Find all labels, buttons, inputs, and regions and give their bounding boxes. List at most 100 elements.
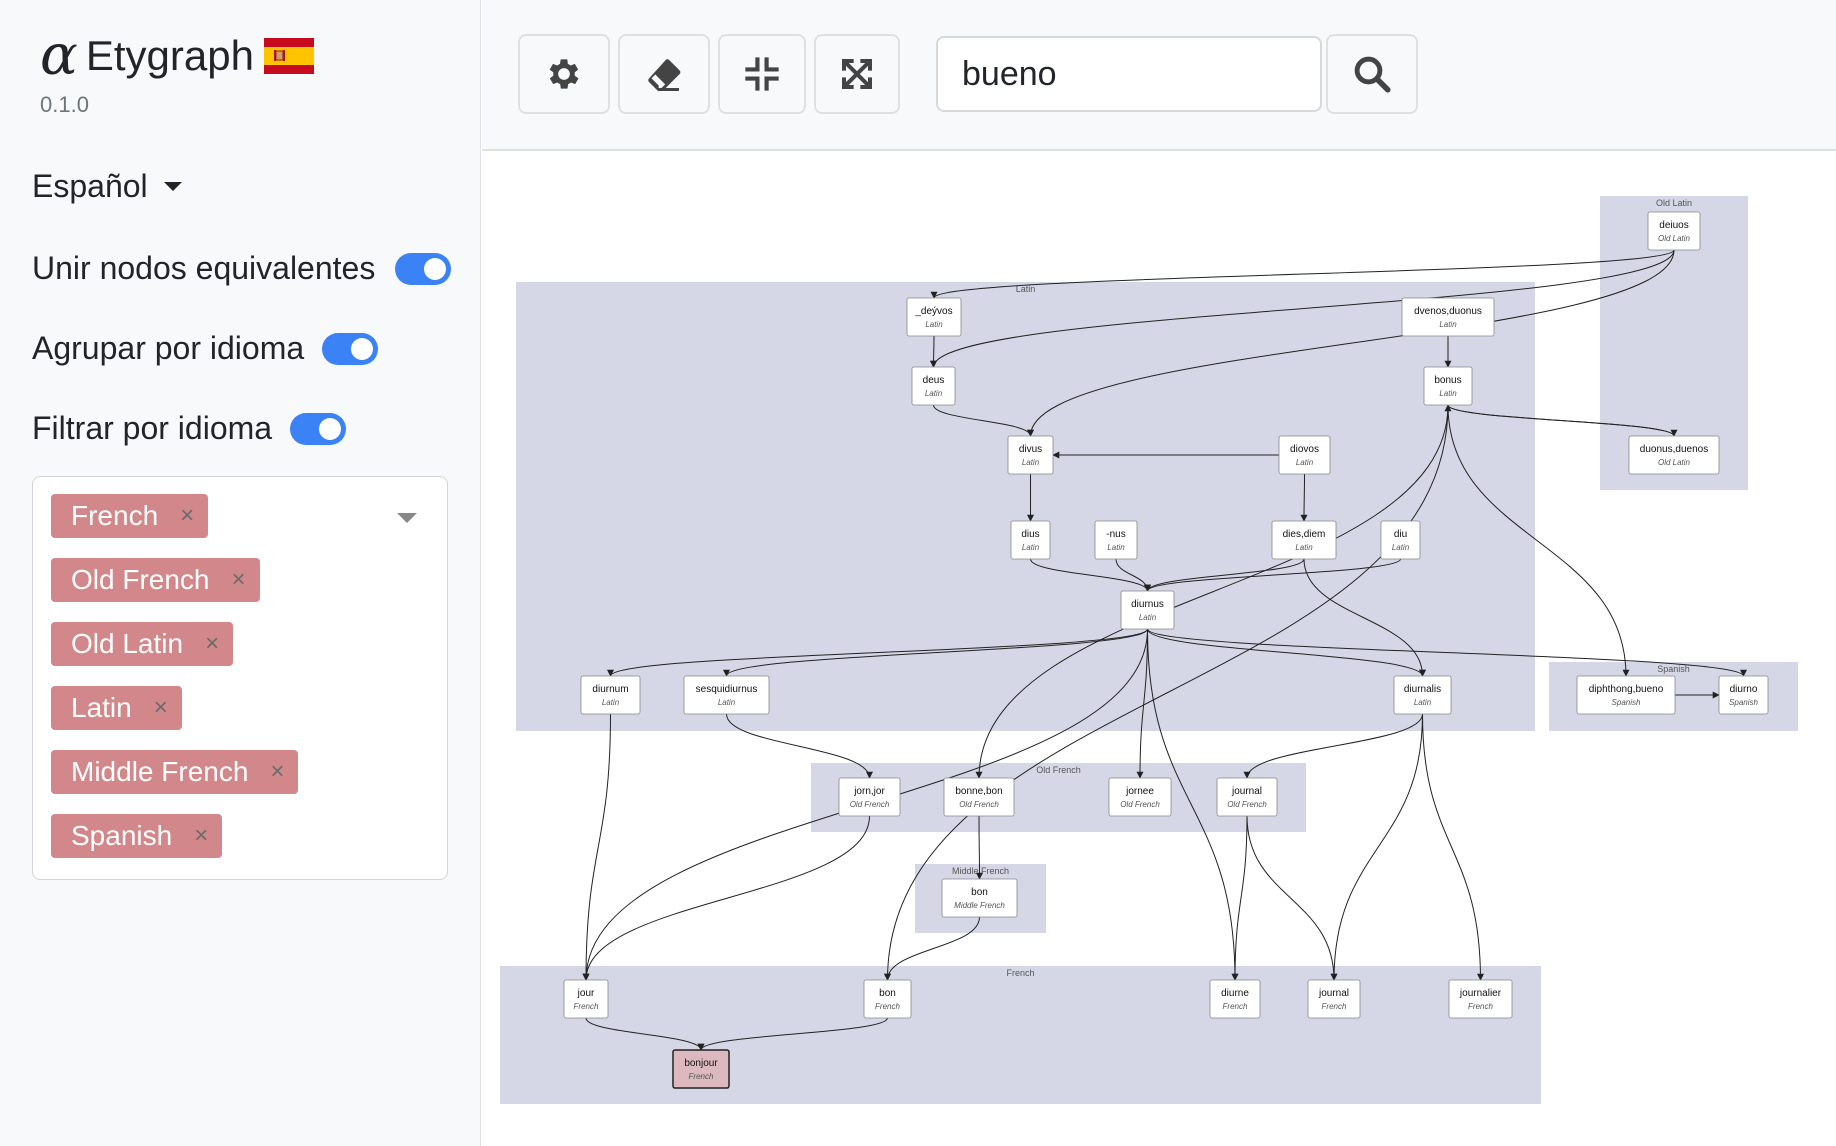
node-diurnus[interactable]: diurnus Latin <box>1120 590 1175 630</box>
node-language: Old Latin <box>1658 458 1691 467</box>
node-bonus[interactable]: bonus Latin <box>1423 366 1473 406</box>
option-group-by-language: Agrupar por idioma <box>32 330 379 367</box>
language-label: Español <box>32 168 148 204</box>
filter-tag: Spanish × <box>51 814 223 858</box>
remove-tag-icon[interactable]: × <box>205 630 219 658</box>
node-bonjour[interactable]: bonjour French <box>672 1049 730 1089</box>
edge-diovos-to-dies_diem <box>1300 473 1308 522</box>
etymology-graph[interactable]: Latin Old Latin Spanish Old French Middle Fr… <box>482 152 1836 1146</box>
edge-bonne_bon-to-bon_mf <box>975 815 983 880</box>
node-deus[interactable]: deus Latin <box>911 366 956 406</box>
node-word: journalier <box>1459 988 1502 999</box>
filter-tag: Old French × <box>51 558 260 602</box>
node-journal_fr[interactable]: journal French <box>1307 979 1361 1019</box>
node-sesquidiurnus[interactable]: sesquidiurnus Latin <box>683 675 770 715</box>
option-filter-by-language: Filtrar por idioma <box>32 410 347 447</box>
remove-tag-icon[interactable]: × <box>232 566 246 594</box>
toolbar <box>482 0 1836 151</box>
node-jour[interactable]: jour French <box>563 979 609 1019</box>
node-diurnalis[interactable]: diurnalis Latin <box>1393 675 1452 715</box>
language-dropdown[interactable]: Español <box>32 168 182 205</box>
search-button[interactable] <box>1326 34 1418 114</box>
cluster-label: Middle French <box>952 866 1009 876</box>
node-word: jorn,jor <box>853 786 885 797</box>
search-input[interactable] <box>936 36 1322 112</box>
node-duonus_duenos[interactable]: duonus,duenos Old Latin <box>1628 435 1720 475</box>
remove-tag-icon[interactable]: × <box>180 502 194 530</box>
node-journal_of[interactable]: journal Old French <box>1216 777 1278 817</box>
node-dies_diem[interactable]: dies,diem Latin <box>1271 520 1337 560</box>
node-deiuos[interactable]: deiuos Old Latin <box>1647 211 1701 251</box>
option-merge-nodes: Unir nodos equivalentes <box>32 250 452 287</box>
chevron-down-icon[interactable] <box>397 513 417 523</box>
cluster-label: Old French <box>1036 765 1081 775</box>
node-language: Old Latin <box>1658 234 1691 243</box>
node-word: dvenos,duonus <box>1414 306 1482 317</box>
node-dius[interactable]: dius Latin <box>1010 520 1051 560</box>
graph-canvas[interactable]: Latin Old Latin Spanish Old French Middle Fr… <box>482 152 1836 1146</box>
sidebar: α Etygraph 0.1.0 Español Unir nodos equi… <box>0 0 481 1146</box>
node-divus[interactable]: divus Latin <box>1007 435 1054 475</box>
node-diu[interactable]: diu Latin <box>1380 520 1421 560</box>
merge-nodes-toggle[interactable] <box>395 252 452 285</box>
remove-tag-icon[interactable]: × <box>270 758 284 786</box>
settings-button[interactable] <box>518 34 610 114</box>
cluster-label: Old Latin <box>1656 198 1692 208</box>
remove-tag-icon[interactable]: × <box>194 822 208 850</box>
remove-tag-icon[interactable]: × <box>154 694 168 722</box>
node-word: bon <box>971 887 988 898</box>
cluster-french <box>500 966 1541 1104</box>
node-word: _deývos <box>914 306 952 317</box>
node-diurne[interactable]: diurne French <box>1209 979 1261 1019</box>
gear-icon <box>549 59 579 89</box>
node-diurnum[interactable]: diurnum Latin <box>580 675 641 715</box>
alpha-logo-icon: α <box>40 23 78 88</box>
node-language: Latin <box>925 389 943 398</box>
option-label: Unir nodos equivalentes <box>32 250 376 286</box>
node-diphthong_bueno[interactable]: diphthong,bueno Spanish <box>1576 675 1676 715</box>
node-language: Latin <box>1296 458 1314 467</box>
filter-tag: French × <box>51 494 209 538</box>
node-word: diurnus <box>1131 599 1164 610</box>
fit-view-button[interactable] <box>814 34 900 114</box>
edge-diurnum-to-jour <box>582 713 611 981</box>
node-language: Latin <box>1022 458 1040 467</box>
node-language: Old French <box>1227 800 1267 809</box>
option-label: Agrupar por idioma <box>32 330 305 366</box>
node-jornee[interactable]: jornee Old French <box>1108 777 1172 817</box>
node-word: diphthong,bueno <box>1589 684 1664 695</box>
node-word: diurne <box>1221 988 1249 999</box>
group-by-language-toggle[interactable] <box>322 332 379 365</box>
node-language: Old French <box>959 800 999 809</box>
node-diovos[interactable]: diovos Latin <box>1278 435 1331 475</box>
node-word: bonjour <box>684 1058 718 1069</box>
node-bon_fr[interactable]: bon French <box>863 979 912 1019</box>
node-jorn_jor[interactable]: jorn,jor Old French <box>838 777 901 817</box>
node-devos[interactable]: _deývos Latin <box>906 297 962 337</box>
compress-icon <box>745 57 779 91</box>
node-language: French <box>1468 1002 1493 1011</box>
node-word: bonne,bon <box>955 786 1002 797</box>
node-word: deiuos <box>1659 220 1688 231</box>
node-language: Spanish <box>1612 698 1641 707</box>
cluster-label: French <box>1006 968 1034 978</box>
node-journalier[interactable]: journalier French <box>1448 979 1513 1019</box>
node-language: Latin <box>718 698 736 707</box>
filter-by-language-toggle[interactable] <box>290 412 347 445</box>
edge-diurnalis-to-journal_fr <box>1330 713 1423 981</box>
language-filter-multiselect[interactable]: French × Old French × Old Latin × Latin … <box>32 476 448 880</box>
node-dvenos_duonus[interactable]: dvenos,duonus Latin <box>1401 297 1495 337</box>
node-bonne_bon[interactable]: bonne,bon Old French <box>943 777 1015 817</box>
node-language: Old French <box>850 800 890 809</box>
node-language: French <box>689 1072 714 1081</box>
node-nus[interactable]: -nus Latin <box>1094 520 1138 560</box>
clear-button[interactable] <box>618 34 710 114</box>
node-word: duonus,duenos <box>1640 444 1708 455</box>
node-language: French <box>1322 1002 1347 1011</box>
caret-down-icon <box>163 182 182 191</box>
collapse-button[interactable] <box>718 34 806 114</box>
node-bon_mf[interactable]: bon Middle French <box>941 878 1018 918</box>
node-diurno[interactable]: diurno Spanish <box>1718 675 1769 715</box>
edge-journal_of-to-diurne <box>1231 815 1248 981</box>
edge-devos-to-deus <box>930 335 938 368</box>
